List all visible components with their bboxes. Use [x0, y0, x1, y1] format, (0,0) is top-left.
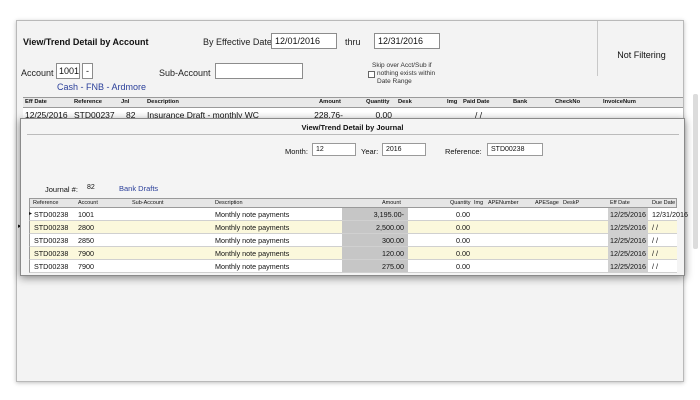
pcol-eff-date[interactable]: Eff Date [610, 200, 630, 206]
pcol-apenumber[interactable]: APENumber [488, 200, 519, 206]
account-name: Cash - FNB - Ardmore [57, 82, 147, 92]
sub-account-label: Sub-Account [159, 68, 211, 78]
cell-reference: STD00238 [34, 249, 69, 258]
cell-account: 2850 [78, 236, 94, 245]
journal-name: Bank Drafts [119, 184, 159, 193]
table-row[interactable]: ▸ STD00238 1001 Monthly note payments 3,195.… [29, 208, 688, 221]
cell-quantity: 0.00 [456, 262, 470, 271]
cell-reference: STD00238 [34, 223, 69, 232]
cell-amount: 120.00 [382, 249, 404, 258]
skip-checkbox[interactable] [368, 71, 375, 78]
popup-grid-header: Reference Account Sub-Account Descriptio… [29, 198, 677, 208]
popup-grid-body: ▸ STD00238 1001 Monthly note payments 3,195.… [29, 208, 688, 273]
pcol-due-date[interactable]: Due Date [652, 200, 675, 206]
col-description[interactable]: Description [147, 99, 179, 105]
main-grid-scrollbar[interactable] [693, 94, 698, 249]
cell-eff-date: 12/25/2016 [610, 249, 646, 258]
col-invoicenum[interactable]: InvoiceNum [603, 99, 636, 105]
pcol-sub-account[interactable]: Sub-Account [132, 200, 164, 206]
cell-description: Monthly note payments [215, 223, 290, 232]
pcol-account[interactable]: Account [78, 200, 98, 206]
table-row[interactable]: STD00238 7900 Monthly note payments 275.00 0… [29, 260, 677, 273]
cell-amount: 300.00 [382, 236, 404, 245]
month-label: Month: [285, 147, 308, 156]
year-label: Year: [361, 147, 379, 156]
col-reference[interactable]: Reference [74, 99, 102, 105]
window-title: View/Trend Detail by Account [23, 37, 149, 47]
journal-detail-grid: Reference Account Sub-Account Descriptio… [29, 198, 688, 273]
cell-reference: STD00238 [34, 262, 69, 271]
cell-description: Monthly note payments [215, 210, 290, 219]
detail-by-journal-popup: View/Trend Detail by Journal Month: 12 Y… [20, 118, 688, 276]
filter-status[interactable]: Not Filtering [597, 21, 683, 76]
month-input[interactable]: 12 [312, 143, 356, 156]
skip-hint-line-2: nothing exists within [377, 70, 436, 77]
date-from-input[interactable]: 12/01/2016 [271, 33, 337, 49]
cell-account: 2800 [78, 223, 94, 232]
col-paid-date[interactable]: Paid Date [463, 99, 489, 105]
cell-description: Monthly note payments [215, 262, 290, 271]
pcol-img[interactable]: Img [474, 200, 483, 206]
col-desk[interactable]: Desk [398, 99, 412, 105]
pcol-deskp[interactable]: DeskP [563, 200, 579, 206]
cell-due-date: / / [652, 236, 658, 245]
cell-account: 7900 [78, 249, 94, 258]
table-row[interactable]: STD00238 2800 Monthly note payments 2,500.0… [29, 221, 677, 234]
skip-hint-line-3: Date Range [377, 78, 412, 85]
grid-header: Eff Date Reference Jnl Description Amoun… [23, 97, 683, 108]
account-input[interactable]: 1001 [56, 63, 80, 79]
cell-quantity: 0.00 [456, 236, 470, 245]
popup-divider [27, 134, 679, 135]
cell-eff-date: 12/25/2016 [610, 236, 646, 245]
col-quantity[interactable]: Quantity [366, 99, 390, 105]
cell-due-date: / / [652, 262, 658, 271]
pcol-reference[interactable]: Reference [33, 200, 58, 206]
skip-hint-line-1: Skip over Acct/Sub if [372, 62, 432, 69]
cell-amount: 275.00 [382, 262, 404, 271]
cell-quantity: 0.00 [456, 223, 470, 232]
journal-input[interactable]: 82 [83, 181, 117, 194]
pcol-description[interactable]: Description [215, 200, 243, 206]
cell-due-date: / / [652, 223, 658, 232]
pcol-apesage[interactable]: APESage [535, 200, 559, 206]
cell-description: Monthly note payments [215, 236, 290, 245]
pcol-amount[interactable]: Amount [382, 200, 401, 206]
date-to-input[interactable]: 12/31/2016 [374, 33, 440, 49]
sub-account-input[interactable] [215, 63, 303, 79]
year-input[interactable]: 2016 [382, 143, 426, 156]
col-checkno[interactable]: CheckNo [555, 99, 580, 105]
cell-amount: 3,195.00- [373, 210, 404, 219]
popup-title: View/Trend Detail by Journal [301, 123, 404, 132]
row-pointer-icon: ▸ [29, 211, 33, 217]
cell-eff-date: 12/25/2016 [610, 223, 646, 232]
cell-due-date: 12/31/2016 [652, 210, 688, 219]
col-jnl[interactable]: Jnl [121, 99, 129, 105]
reference-input[interactable]: STD00238 [487, 143, 543, 156]
cell-description: Monthly note payments [215, 249, 290, 258]
cell-amount: 2,500.00 [376, 223, 404, 232]
account-label: Account [21, 68, 54, 78]
pcol-quantity[interactable]: Quantity [450, 200, 470, 206]
col-eff-date[interactable]: Eff Date [25, 99, 47, 105]
col-bank[interactable]: Bank [513, 99, 527, 105]
cell-quantity: 0.00 [456, 249, 470, 258]
cell-reference: STD00238 [34, 210, 69, 219]
reference-label: Reference: [445, 147, 482, 156]
cell-eff-date: 12/25/2016 [610, 262, 646, 271]
cell-quantity: 0.00 [456, 210, 470, 219]
cell-due-date: / / [652, 249, 658, 258]
table-row[interactable]: STD00238 7900 Monthly note payments 120.00 0… [29, 247, 677, 260]
journal-label: Journal #: [45, 185, 78, 194]
account-dropdown-icon[interactable]: - [82, 63, 93, 79]
cell-eff-date: 12/25/2016 [610, 210, 646, 219]
table-row[interactable]: STD00238 2850 Monthly note payments 300.00 0… [29, 234, 677, 247]
cell-reference: STD00238 [34, 236, 69, 245]
col-img[interactable]: Img [447, 99, 457, 105]
cell-account: 7900 [78, 262, 94, 271]
cell-account: 1001 [78, 210, 94, 219]
col-amount[interactable]: Amount [319, 99, 341, 105]
effective-date-label: By Effective Date [203, 37, 272, 47]
thru-label: thru [345, 37, 361, 47]
